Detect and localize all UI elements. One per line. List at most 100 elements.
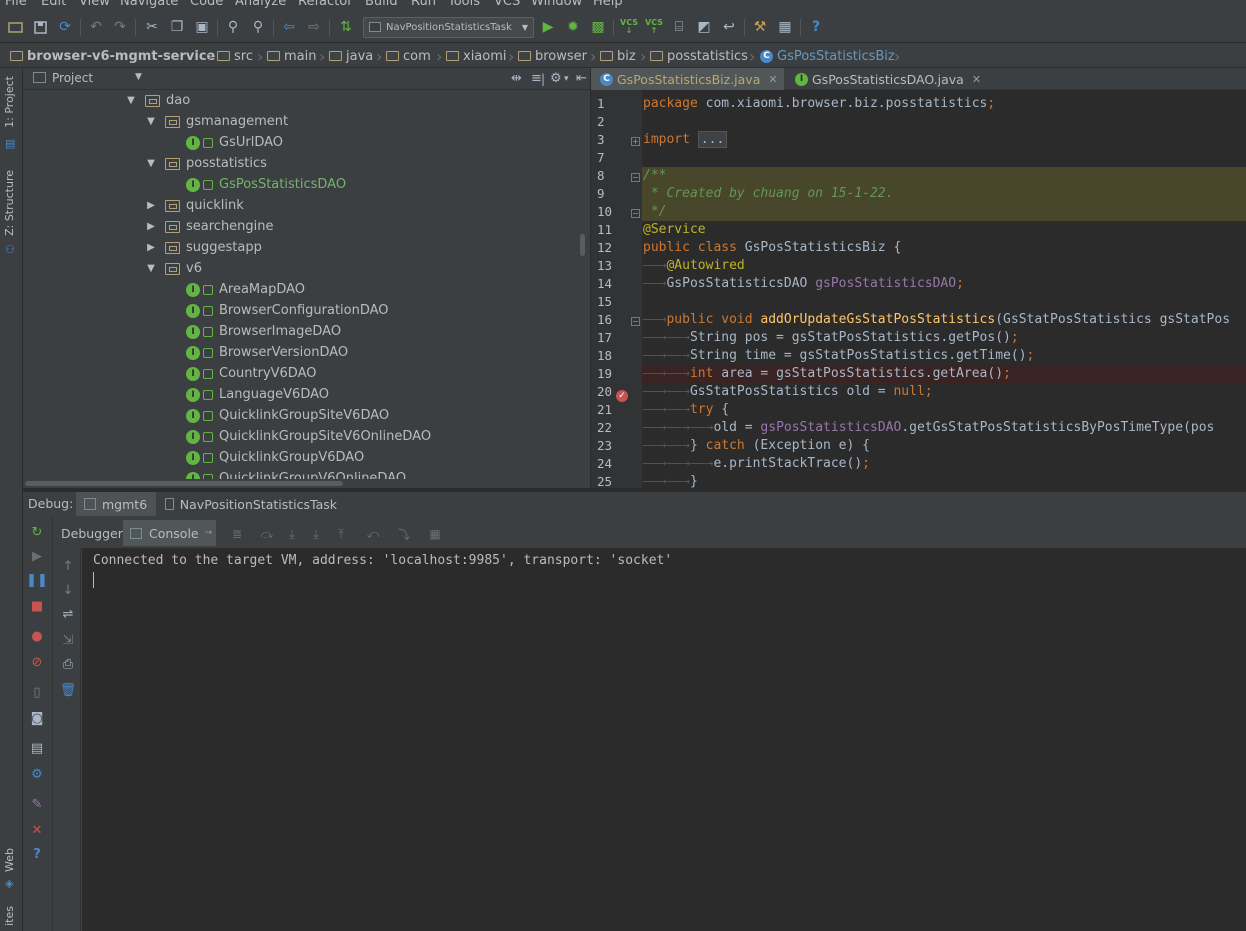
fold-end-icon[interactable]: −: [631, 209, 640, 218]
tree-item-dao[interactable]: ▼ dao: [125, 90, 190, 111]
project-tool-tab[interactable]: 1: Project: [3, 76, 16, 128]
tab-console[interactable]: Console →: [123, 520, 216, 546]
code-line[interactable]: * Created by chuang on 15-1-22.: [642, 185, 1246, 203]
copy-icon[interactable]: ❐: [168, 18, 186, 36]
debug-tab-mgmt6[interactable]: mgmt6: [76, 492, 156, 516]
code-line[interactable]: ——→——→int area = gsStatPosStatistics.get…: [642, 365, 1246, 383]
arrow-down-icon[interactable]: ↓: [60, 582, 76, 598]
menu-help[interactable]: Help: [593, 0, 623, 9]
gear-icon[interactable]: ⚙: [550, 71, 562, 86]
breadcrumb-item-main[interactable]: main: [267, 47, 316, 65]
tree-item-quicklinkgroupv6dao[interactable]: I QuicklinkGroupV6DAO: [186, 447, 364, 468]
breadcrumb-item-posstatistics[interactable]: posstatistics: [650, 47, 748, 65]
make-project-icon[interactable]: ⇅: [337, 18, 355, 36]
code-line[interactable]: public class GsPosStatisticsBiz {: [642, 239, 1246, 257]
menu-window[interactable]: Window: [531, 0, 582, 9]
open-folder-icon[interactable]: [6, 18, 24, 36]
tree-item-browserimagedao[interactable]: I BrowserImageDAO: [186, 321, 341, 342]
menu-code[interactable]: Code: [190, 0, 223, 9]
code-line[interactable]: ——→@Autowired: [642, 257, 1246, 275]
restore-layout-icon[interactable]: ▤: [29, 740, 45, 756]
breadcrumb-item-project[interactable]: browser-v6-mgmt-service: [10, 47, 215, 65]
tree-item-gsurldao[interactable]: I GsUrlDAO: [186, 132, 283, 153]
vcs-compare-icon[interactable]: ⌸: [670, 18, 688, 36]
collapsed-arrow-icon[interactable]: ▶: [145, 200, 157, 211]
code-line[interactable]: ——→public void addOrUpdateGsStatPosStati…: [642, 311, 1246, 329]
code-line[interactable]: ——→——→}: [642, 473, 1246, 488]
vcs-commit-icon[interactable]: VCS ↑: [645, 18, 663, 36]
run-icon[interactable]: ▶: [539, 18, 557, 36]
expand-arrow-icon[interactable]: ▼: [145, 158, 157, 169]
stop-icon[interactable]: ■: [29, 598, 45, 614]
get-thread-dump-icon[interactable]: ▯: [29, 684, 45, 700]
step-over-icon[interactable]: ⤼: [260, 527, 274, 541]
evaluate-expression-icon[interactable]: ▦: [428, 527, 442, 541]
code-line[interactable]: ——→——→String time = gsStatPosStatistics.…: [642, 347, 1246, 365]
tree-item-gsmanagement[interactable]: ▼ gsmanagement: [145, 111, 288, 132]
code-line[interactable]: ——→GsPosStatisticsDAO gsPosStatisticsDAO…: [642, 275, 1246, 293]
breadcrumb-item-browser[interactable]: browser: [518, 47, 587, 65]
pause-icon[interactable]: ❚❚: [26, 572, 48, 588]
cut-icon[interactable]: ✂: [143, 18, 161, 36]
breadcrumb-item-class[interactable]: C GsPosStatisticsBiz: [760, 47, 895, 65]
debug-icon[interactable]: ✹: [564, 18, 582, 36]
menu-file[interactable]: File: [5, 0, 27, 9]
scrollbar-thumb[interactable]: [25, 481, 343, 486]
tree-item-quicklinkgroupsitev6dao[interactable]: I QuicklinkGroupSiteV6DAO: [186, 405, 389, 426]
web-tool-tab[interactable]: Web: [3, 848, 16, 872]
close-icon[interactable]: ✕: [29, 822, 45, 838]
help-icon[interactable]: ?: [29, 846, 45, 862]
code-line[interactable]: @Service: [642, 221, 1246, 239]
scroll-to-end-icon[interactable]: ⇲: [60, 632, 76, 648]
undo-icon[interactable]: ↶: [87, 18, 105, 36]
menu-analyze[interactable]: Analyze: [235, 0, 286, 9]
soft-wrap-icon[interactable]: ⇌: [60, 606, 76, 622]
code-line[interactable]: [642, 149, 1246, 167]
close-icon[interactable]: ✕: [972, 73, 981, 86]
breakpoint-icon[interactable]: ✓: [616, 390, 628, 402]
redo-icon[interactable]: ↷: [111, 18, 129, 36]
step-into-icon[interactable]: ⤓: [285, 527, 299, 541]
back-icon[interactable]: ⇦: [280, 18, 298, 36]
vcs-revert-icon[interactable]: ↩: [720, 18, 738, 36]
favorites-tool-tab[interactable]: ites: [3, 906, 16, 926]
expand-arrow-icon[interactable]: ▼: [145, 263, 157, 274]
code-line[interactable]: [642, 293, 1246, 311]
clear-all-icon[interactable]: 🗑: [60, 682, 77, 698]
code-line[interactable]: ——→——→try {: [642, 401, 1246, 419]
tab-gsposstatisticsbiz[interactable]: C GsPosStatisticsBiz.java ✕: [591, 68, 784, 90]
debug-tab-navpositionstatisticstask[interactable]: NavPositionStatisticsTask: [157, 492, 337, 516]
fold-collapse-icon[interactable]: −: [631, 173, 640, 182]
help-icon[interactable]: ?: [807, 18, 825, 36]
fold-expand-icon[interactable]: +: [631, 137, 640, 146]
tab-gsposstatisticsdao[interactable]: I GsPosStatisticsDAO.java ✕: [786, 68, 986, 90]
code-line[interactable]: ——→——→String pos = gsStatPosStatistics.g…: [642, 329, 1246, 347]
sync-icon[interactable]: ⟳: [56, 18, 74, 36]
print-icon[interactable]: ⎙: [60, 656, 76, 672]
vcs-history-icon[interactable]: ◩: [695, 18, 713, 36]
replace-icon[interactable]: ⚲: [249, 18, 267, 36]
structure-tool-tab[interactable]: Z: Structure: [3, 170, 16, 236]
breadcrumb-item-biz[interactable]: biz: [600, 47, 636, 65]
chevron-down-icon[interactable]: ▼: [135, 72, 142, 82]
hide-panel-icon[interactable]: ⇤: [576, 71, 587, 86]
menu-view[interactable]: View: [79, 0, 110, 9]
tree-item-countryv6dao[interactable]: I CountryV6DAO: [186, 363, 317, 384]
code-line[interactable]: [642, 113, 1246, 131]
chevron-down-icon[interactable]: ▾: [564, 74, 569, 84]
find-icon[interactable]: ⚲: [224, 18, 242, 36]
breadcrumb-item-java[interactable]: java: [329, 47, 373, 65]
save-icon[interactable]: [31, 18, 49, 36]
tree-item-browserversiondao[interactable]: I BrowserVersionDAO: [186, 342, 348, 363]
tree-item-gsposstatisticsdao[interactable]: I GsPosStatisticsDAO: [186, 174, 346, 195]
code-line[interactable]: ——→——→——→e.printStackTrace();: [642, 455, 1246, 473]
tree-item-areamapdao[interactable]: I AreaMapDAO: [186, 279, 305, 300]
close-icon[interactable]: ✕: [768, 73, 777, 86]
settings-icon[interactable]: ⚒: [751, 18, 769, 36]
view-breakpoints-icon[interactable]: ●: [29, 628, 45, 644]
code-line[interactable]: /**: [642, 167, 1246, 185]
menu-edit[interactable]: Edit: [41, 0, 66, 9]
expand-arrow-icon[interactable]: ▼: [145, 116, 157, 127]
run-to-cursor-icon[interactable]: ⤵: [397, 527, 411, 542]
run-configuration-select[interactable]: NavPositionStatisticsTask ▼: [363, 17, 534, 38]
